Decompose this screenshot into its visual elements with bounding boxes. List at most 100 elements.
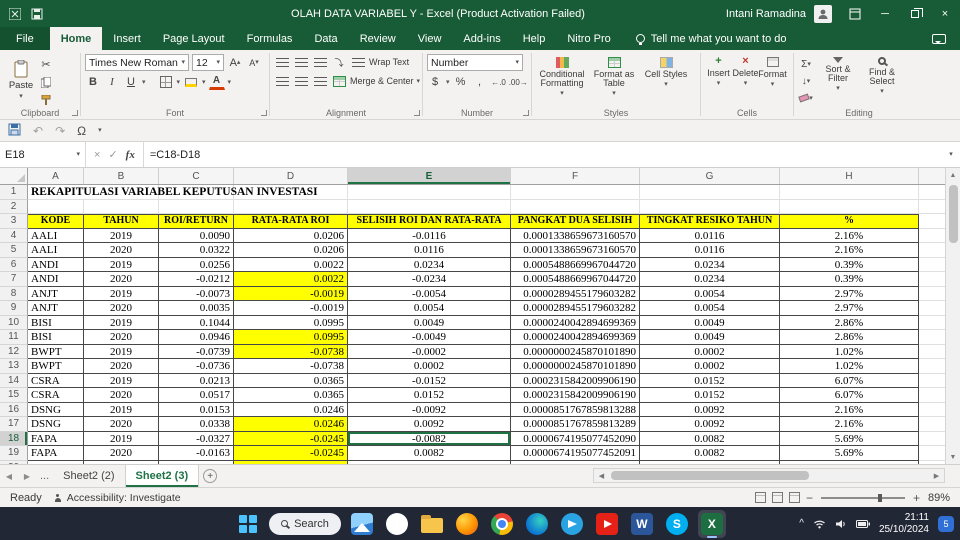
row-header-19[interactable]: 19 xyxy=(0,446,28,461)
clear-button[interactable]: ▾ xyxy=(798,90,814,106)
cell-B13[interactable]: 2020 xyxy=(84,359,159,374)
borders-icon[interactable] xyxy=(158,74,174,90)
cell-filler[interactable] xyxy=(919,403,945,417)
cell-A7[interactable]: ANDI xyxy=(28,272,84,287)
cell-E18[interactable]: -0.0082 xyxy=(348,431,511,446)
page-layout-view-icon[interactable] xyxy=(771,492,783,503)
row-header-15[interactable]: 15 xyxy=(0,388,28,403)
cell-E17[interactable]: 0.0092 xyxy=(348,417,511,432)
cell-B5[interactable]: 2020 xyxy=(84,243,159,258)
cell-D2[interactable] xyxy=(234,199,348,214)
scroll-right-icon[interactable]: ▶ xyxy=(929,469,944,482)
cell-A12[interactable]: BWPT xyxy=(28,344,84,359)
column-header-A[interactable]: A xyxy=(28,168,84,184)
redo-icon[interactable]: ↷ xyxy=(55,124,65,138)
ribbon-tab-home[interactable]: Home xyxy=(49,27,103,50)
font-name-select[interactable]: Times New Roman ▾ xyxy=(85,54,189,71)
underline-caret-icon[interactable]: ▾ xyxy=(142,79,146,86)
cell-F3[interactable]: PANGKAT DUA SELISIH xyxy=(511,214,640,229)
horizontal-scrollbar[interactable]: ◀ ▶ xyxy=(593,468,945,483)
cell-B19[interactable]: 2020 xyxy=(84,446,159,461)
cell-B17[interactable]: 2020 xyxy=(84,417,159,432)
cell-C12[interactable]: -0.0739 xyxy=(159,344,234,359)
cell-A2[interactable] xyxy=(28,199,84,214)
cell-C16[interactable]: 0.0153 xyxy=(159,402,234,417)
cell-filler[interactable] xyxy=(919,330,945,345)
cell-G16[interactable]: 0.0092 xyxy=(640,402,780,417)
cell-H16[interactable]: 2.16% xyxy=(780,402,919,417)
enter-icon[interactable]: ✓ xyxy=(108,148,117,161)
ribbon-tab-add-ins[interactable]: Add-ins xyxy=(452,27,511,50)
cell-C6[interactable]: 0.0256 xyxy=(159,257,234,272)
row-header-11[interactable]: 11 xyxy=(0,330,28,345)
cell-D11[interactable]: 0.0995 xyxy=(234,330,348,345)
cell-C9[interactable]: 0.0035 xyxy=(159,301,234,316)
cell-filler[interactable] xyxy=(919,388,945,403)
cell-G11[interactable]: 0.0049 xyxy=(640,330,780,345)
row-header-14[interactable]: 14 xyxy=(0,373,28,388)
cell-G9[interactable]: 0.0054 xyxy=(640,301,780,316)
align-left-icon[interactable] xyxy=(274,73,290,89)
cell-A5[interactable]: AALI xyxy=(28,243,84,258)
fill-button[interactable]: ↓ ▾ xyxy=(798,73,814,89)
cell-B15[interactable]: 2020 xyxy=(84,388,159,403)
cell-H9[interactable]: 2.97% xyxy=(780,301,919,316)
ribbon-tab-review[interactable]: Review xyxy=(349,27,407,50)
underline-button[interactable]: U xyxy=(123,74,139,90)
file-explorer-button[interactable] xyxy=(418,510,446,538)
align-center-icon[interactable] xyxy=(293,73,309,89)
column-header-E[interactable]: E xyxy=(348,168,511,184)
paste-button[interactable]: Paste ▾ xyxy=(4,54,38,106)
cell-F19[interactable]: 0.0000674195077452091 xyxy=(511,446,640,461)
cell-C3[interactable]: ROI/RETURN xyxy=(159,214,234,229)
cell-E10[interactable]: 0.0049 xyxy=(348,315,511,330)
zoom-in-icon[interactable]: + xyxy=(913,491,920,505)
cell-A1[interactable]: REKAPITULASI VARIABEL KEPUTUSAN INVESTAS… xyxy=(28,185,318,200)
cell-filler[interactable] xyxy=(919,316,945,330)
cell-B10[interactable]: 2019 xyxy=(84,315,159,330)
cell-A9[interactable]: ANJT xyxy=(28,301,84,316)
orientation-icon[interactable]: ⤵ xyxy=(331,54,347,70)
cell-F11[interactable]: 0.0000240042894699369 xyxy=(511,330,640,345)
cell-B16[interactable]: 2019 xyxy=(84,402,159,417)
accounting-caret-icon[interactable]: ▾ xyxy=(446,79,450,86)
cell-D4[interactable]: 0.0206 xyxy=(234,228,348,243)
cell-D12[interactable]: -0.0738 xyxy=(234,344,348,359)
cell-styles-button[interactable]: Cell Styles ▾ xyxy=(640,54,692,97)
cell-E4[interactable]: -0.0116 xyxy=(348,228,511,243)
cell-E6[interactable]: 0.0234 xyxy=(348,257,511,272)
scroll-left-icon[interactable]: ◀ xyxy=(594,469,609,482)
cell-filler[interactable] xyxy=(919,272,945,287)
row-header-3[interactable]: 3 xyxy=(0,214,28,229)
cell-A6[interactable]: ANDI xyxy=(28,257,84,272)
zoom-slider-thumb[interactable] xyxy=(878,493,883,502)
cell-F12[interactable]: 0.0000000245870101890 xyxy=(511,344,640,359)
cell-G3[interactable]: TINGKAT RESIKO TAHUN xyxy=(640,214,780,229)
firefox-app-button[interactable] xyxy=(453,510,481,538)
fill-color-icon[interactable] xyxy=(183,74,199,90)
column-header-D[interactable]: D xyxy=(234,168,348,184)
cell-F18[interactable]: 0.0000674195077452090 xyxy=(511,431,640,446)
cell-D16[interactable]: 0.0246 xyxy=(234,402,348,417)
cell-H15[interactable]: 6.07% xyxy=(780,388,919,403)
cell-G12[interactable]: 0.0002 xyxy=(640,344,780,359)
format-cells-button[interactable]: Format ▾ xyxy=(758,54,787,88)
row-header-12[interactable]: 12 xyxy=(0,344,28,359)
cell-A17[interactable]: DSNG xyxy=(28,417,84,432)
cell-F14[interactable]: 0.0002315842009906190 xyxy=(511,373,640,388)
cell-G7[interactable]: 0.0234 xyxy=(640,272,780,287)
expand-formula-bar-icon[interactable]: ▾ xyxy=(949,151,953,158)
cell-F10[interactable]: 0.0000240042894699369 xyxy=(511,315,640,330)
cell-G8[interactable]: 0.0054 xyxy=(640,286,780,301)
cell-G17[interactable]: 0.0092 xyxy=(640,417,780,432)
decrease-font-icon[interactable]: A ▾ xyxy=(246,55,262,71)
account-name[interactable]: Intani Ramadina xyxy=(726,8,806,20)
fill-color-caret-icon[interactable]: ▾ xyxy=(202,79,206,86)
cell-C2[interactable] xyxy=(159,199,234,214)
hidden-icons-chevron-icon[interactable]: ^ xyxy=(799,518,804,529)
italic-button[interactable]: I xyxy=(104,74,120,90)
cell-filler[interactable] xyxy=(919,258,945,272)
vertical-scrollbar[interactable]: ▲ ▼ xyxy=(945,168,960,464)
cell-B3[interactable]: TAHUN xyxy=(84,214,159,229)
scroll-down-icon[interactable]: ▼ xyxy=(946,450,960,464)
